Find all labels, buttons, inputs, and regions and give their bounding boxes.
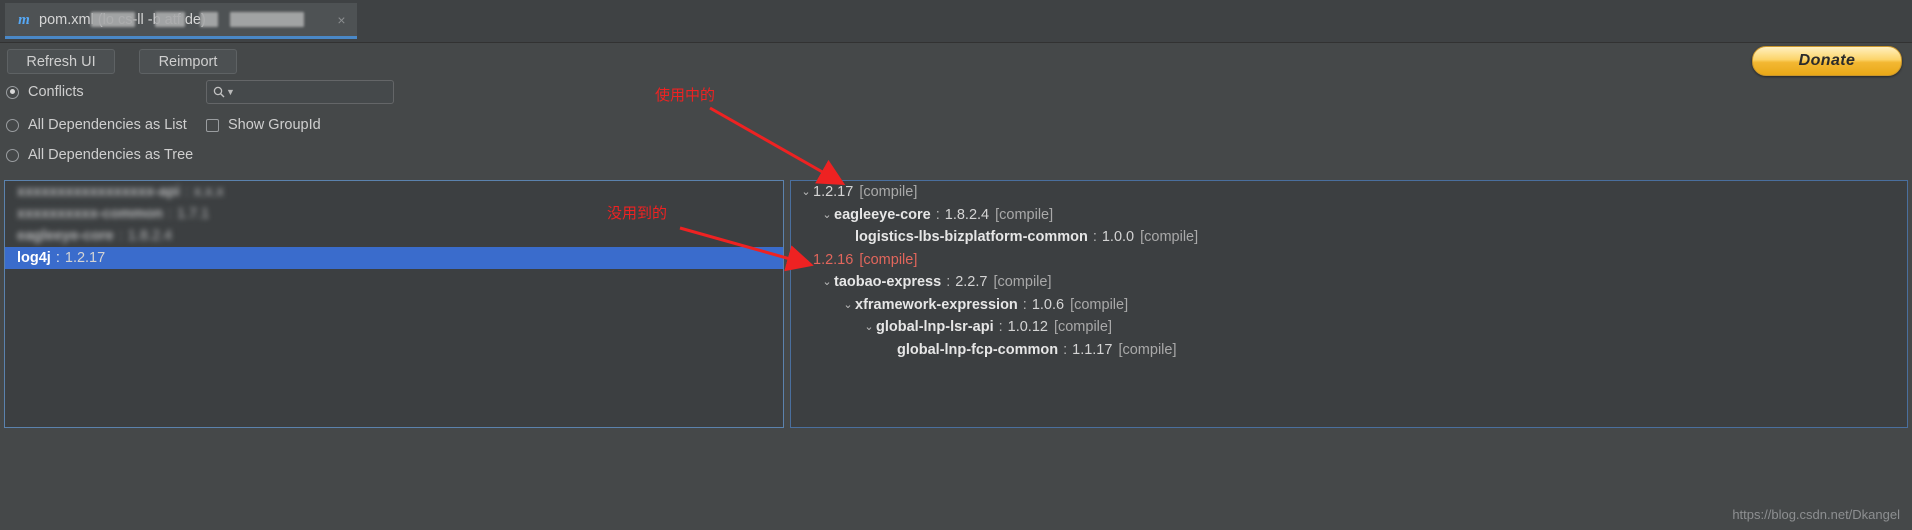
radio-all-dependencies-as-tree-label: All Dependencies as Tree <box>28 147 194 163</box>
refresh-ui-button[interactable]: Refresh UI <box>7 49 115 74</box>
chevron-down-icon[interactable]: ⌄ <box>799 249 813 271</box>
radio-conflicts[interactable]: Conflicts <box>6 84 84 100</box>
tree-row-artifact: global-lnp-lsr-api <box>876 319 994 336</box>
tree-row-artifact: global-lnp-fcp-common <box>897 341 1059 358</box>
chevron-down-icon[interactable]: ⌄ <box>799 181 813 203</box>
tree-row[interactable]: ⌄logistics-lbs-bizplatform-common:1.0.0 [… <box>791 226 1907 249</box>
tree-row-scope: [compile] <box>1053 319 1112 336</box>
list-item-artifact: eagleeye-core <box>17 228 114 244</box>
tab-close-icon[interactable]: × <box>335 13 348 27</box>
redaction-smudge <box>91 12 135 27</box>
tree-row-scope: [compile] <box>995 206 1054 223</box>
search-input[interactable] <box>234 84 419 100</box>
list-item-version: x.x.x <box>193 184 224 200</box>
tree-row-scope: [compile] <box>1118 341 1177 358</box>
search-field[interactable]: ▼ <box>206 80 419 104</box>
checkbox-icon-show-groupid <box>206 118 219 132</box>
tree-row-version: 1.1.17 <box>1072 341 1113 358</box>
tree-row-separator: : <box>998 319 1003 336</box>
radio-icon-all-dependencies-as-list <box>6 118 19 132</box>
tree-row-artifact: xframework-expression <box>855 296 1018 313</box>
tree-row-scope: [compile] <box>1070 296 1129 313</box>
donate-button[interactable]: Donate <box>1752 46 1902 76</box>
dependency-tree-panel[interactable]: ⌄ 1.2.17 [compile] ⌄ eagleeye-core:1.8.2.4 [c… <box>790 180 1908 428</box>
tree-row-artifact: logistics-lbs-bizplatform-common <box>855 229 1088 246</box>
options-panel: Conflicts All Dependencies as List All D… <box>0 78 1912 178</box>
chevron-down-icon[interactable]: ⌄ <box>841 294 855 316</box>
tree-row-scope: [compile] <box>859 184 918 201</box>
tree-row-artifact: eagleeye-core <box>834 206 931 223</box>
list-item-version: 1.8.2.4 <box>127 228 173 244</box>
tree-row-version: 1.0.0 <box>1101 229 1135 246</box>
list-item[interactable]: log4j:1.2.17 <box>5 247 783 269</box>
toolbar: Refresh UI Reimport Donate <box>0 42 1912 78</box>
list-item-separator: : <box>167 206 172 222</box>
list-item-version: 1.2.17 <box>64 250 106 266</box>
tree-row-separator: : <box>935 206 940 223</box>
chevron-down-icon[interactable]: ⌄ <box>862 316 876 338</box>
tree-row-scope: [compile] <box>993 274 1052 291</box>
checkbox-show-groupid-label: Show GroupId <box>228 117 321 133</box>
tree-row-version: 1.0.6 <box>1031 296 1065 313</box>
annotation-used-label: 使用中的 <box>655 86 716 104</box>
radio-all-dependencies-as-list-label: All Dependencies as List <box>28 117 187 133</box>
tree-row[interactable]: ⌄global-lnp-fcp-common:1.1.17 [compile] <box>791 339 1907 362</box>
maven-m-icon: m <box>18 11 30 28</box>
tree-row-separator: : <box>1063 341 1068 358</box>
radio-all-dependencies-as-list[interactable]: All Dependencies as List <box>6 117 187 133</box>
radio-conflicts-label: Conflicts <box>28 84 84 100</box>
tree-row[interactable]: ⌄ 1.2.16 [compile] <box>791 249 1907 272</box>
tree-row[interactable]: ⌄ global-lnp-lsr-api:1.0.12 [compile] <box>791 316 1907 339</box>
annotation-unused-label: 没用到的 <box>607 204 668 222</box>
chevron-down-icon[interactable]: ⌄ <box>820 271 834 293</box>
checkbox-show-groupid[interactable]: Show GroupId <box>206 117 321 133</box>
tree-row[interactable]: ⌄ eagleeye-core:1.8.2.4 [compile] <box>791 204 1907 227</box>
redaction-smudge <box>155 12 185 27</box>
tab-bar: m pom.xml (lo cs-ll -b atf de) × <box>0 0 1912 43</box>
tree-row-scope: [compile] <box>1140 229 1199 246</box>
tree-row-scope: [compile] <box>859 251 918 268</box>
list-item[interactable]: xxxxxxxxxxxxxxxxx-api: x.x.x <box>5 181 783 203</box>
tree-row-separator: : <box>1092 229 1097 246</box>
dependency-tree[interactable]: ⌄ 1.2.17 [compile] ⌄ eagleeye-core:1.8.2.4 [c… <box>791 181 1907 361</box>
tree-row[interactable]: ⌄ 1.2.17 [compile] <box>791 181 1907 204</box>
list-item-artifact: log4j <box>17 250 51 266</box>
watermark: https://blog.csdn.net/Dkangel <box>1732 507 1900 522</box>
tree-row-version: 1.2.16 <box>813 251 854 268</box>
radio-icon-all-dependencies-as-tree <box>6 148 19 162</box>
tree-row-version: 1.2.17 <box>813 184 854 201</box>
chevron-down-icon[interactable]: ⌄ <box>820 204 834 226</box>
reimport-button[interactable]: Reimport <box>139 49 237 74</box>
tree-row-version: 2.2.7 <box>955 274 988 291</box>
tree-row-version: 1.0.12 <box>1007 319 1048 336</box>
list-item-artifact: xxxxxxxxxxxxxxxxx-api <box>17 184 180 200</box>
tree-row[interactable]: ⌄ taobao-express:2.2.7 [compile] <box>791 271 1907 294</box>
list-item[interactable]: eagleeye-core:1.8.2.4 <box>5 225 783 247</box>
list-item-artifact: xxxxxxxxxx-common <box>17 206 163 222</box>
maven-dependency-analyzer-window: m pom.xml (lo cs-ll -b atf de) × Refresh… <box>0 0 1912 530</box>
tree-row-artifact: taobao-express <box>834 274 942 291</box>
redaction-smudge <box>230 12 304 27</box>
list-item-separator: : <box>55 250 60 266</box>
list-item-version: 1.7.1 <box>176 206 210 222</box>
tree-spacer: ⌄ <box>841 226 855 248</box>
search-icon <box>213 86 225 98</box>
redaction-smudge <box>200 12 218 27</box>
conflicts-list[interactable]: xxxxxxxxxxxxxxxxx-api: x.x.x xxxxxxxxxx-co… <box>5 181 783 269</box>
list-item-separator: : <box>118 228 123 244</box>
radio-icon-conflicts <box>6 85 19 99</box>
tree-row[interactable]: ⌄ xframework-expression:1.0.6 [compile] <box>791 294 1907 317</box>
tree-row-separator: : <box>1022 296 1027 313</box>
tab-pom-xml[interactable]: m pom.xml (lo cs-ll -b atf de) × <box>5 3 357 39</box>
list-item-separator: : <box>184 184 189 200</box>
tree-row-version: 1.8.2.4 <box>944 206 990 223</box>
radio-all-dependencies-as-tree[interactable]: All Dependencies as Tree <box>6 147 193 163</box>
tree-row-separator: : <box>946 274 951 291</box>
chevron-down-icon[interactable]: ▼ <box>226 87 235 97</box>
tree-spacer: ⌄ <box>883 339 897 361</box>
